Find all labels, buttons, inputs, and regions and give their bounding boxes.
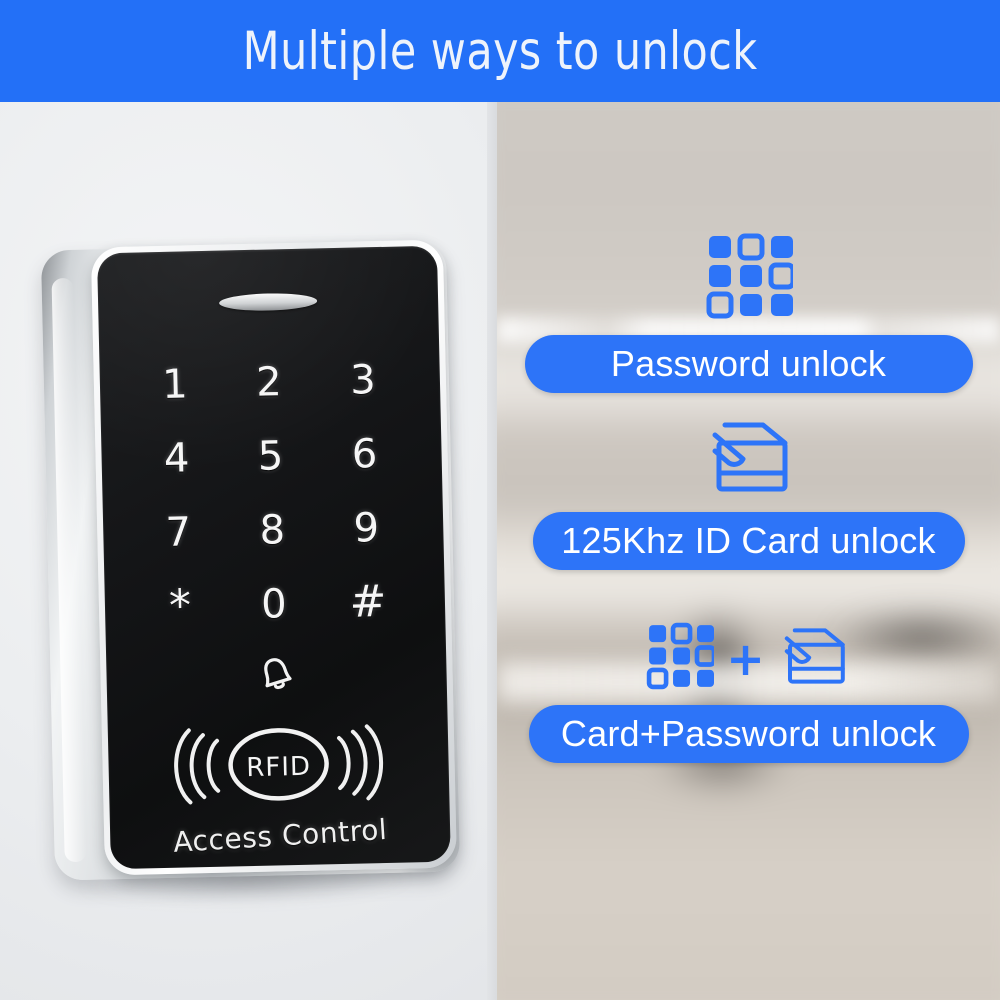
key-9[interactable]: 9 xyxy=(329,505,404,552)
doorbell-icon[interactable] xyxy=(254,651,299,700)
device-brand-text: Access Control xyxy=(172,812,389,859)
product-photo-panel: 1 2 3 4 5 6 7 8 9 * 0 # RFID Access Cont… xyxy=(0,102,497,1000)
card-swipe-icon xyxy=(777,624,851,693)
lifestyle-photo-panel: Password unlock 125Khz ID Card unlock + … xyxy=(497,102,1000,1000)
feature-pill[interactable]: Password unlock xyxy=(524,335,973,393)
device-bezel: 1 2 3 4 5 6 7 8 9 * 0 # RFID Access Cont… xyxy=(90,239,457,876)
key-asterisk[interactable]: * xyxy=(143,580,218,631)
chassis-highlight xyxy=(51,277,87,863)
rfid-logo: RFID xyxy=(173,723,385,811)
key-8[interactable]: 8 xyxy=(235,507,310,554)
keypad-row: 7 8 9 xyxy=(140,491,404,571)
access-control-device: 1 2 3 4 5 6 7 8 9 * 0 # RFID Access Cont… xyxy=(33,237,467,909)
key-hash[interactable]: # xyxy=(330,576,405,628)
key-4[interactable]: 4 xyxy=(139,435,214,482)
device-front-face: 1 2 3 4 5 6 7 8 9 * 0 # RFID Access Cont… xyxy=(96,245,451,870)
svg-text:RFID: RFID xyxy=(246,752,311,783)
panel-divider xyxy=(487,102,497,1000)
header-banner: Multiple ways to unlock xyxy=(0,0,1000,102)
feature-label: 125Khz ID Card unlock xyxy=(561,520,936,561)
key-7[interactable]: 7 xyxy=(141,509,216,556)
plus-sign-icon: + xyxy=(726,631,765,686)
feature-icons xyxy=(705,232,795,325)
keypad-row: 4 5 6 xyxy=(139,417,403,497)
key-6[interactable]: 6 xyxy=(327,431,402,478)
key-1[interactable]: 1 xyxy=(138,361,213,408)
keypad-row: 1 2 3 xyxy=(137,343,401,423)
keypad[interactable]: 1 2 3 4 5 6 7 8 9 * 0 # xyxy=(137,343,406,645)
key-0[interactable]: 0 xyxy=(237,581,312,628)
keypad-grid-icon xyxy=(646,622,717,695)
keypad-grid-icon xyxy=(705,232,795,325)
key-2[interactable]: 2 xyxy=(231,359,306,406)
feature-card-password-unlock: + Card+Password unlock xyxy=(497,622,1000,763)
feature-card-unlock: 125Khz ID Card unlock xyxy=(497,417,1000,570)
key-5[interactable]: 5 xyxy=(233,433,308,480)
feature-icons: + xyxy=(646,622,851,695)
key-3[interactable]: 3 xyxy=(325,357,400,404)
feature-pill[interactable]: Card+Password unlock xyxy=(528,705,969,763)
keypad-row: * 0 # xyxy=(142,565,406,645)
product-feature-image: Multiple ways to unlock 1 2 3 4 5 6 7 8 … xyxy=(0,0,1000,1000)
feature-icons xyxy=(703,417,795,502)
banner-title: Multiple ways to unlock xyxy=(242,20,758,82)
led-indicator-slot xyxy=(218,292,318,312)
feature-label: Password unlock xyxy=(610,343,887,384)
feature-password-unlock: Password unlock xyxy=(497,232,1000,393)
card-swipe-icon xyxy=(703,417,795,502)
feature-label: Card+Password unlock xyxy=(560,713,937,754)
feature-pill[interactable]: 125Khz ID Card unlock xyxy=(532,512,965,570)
